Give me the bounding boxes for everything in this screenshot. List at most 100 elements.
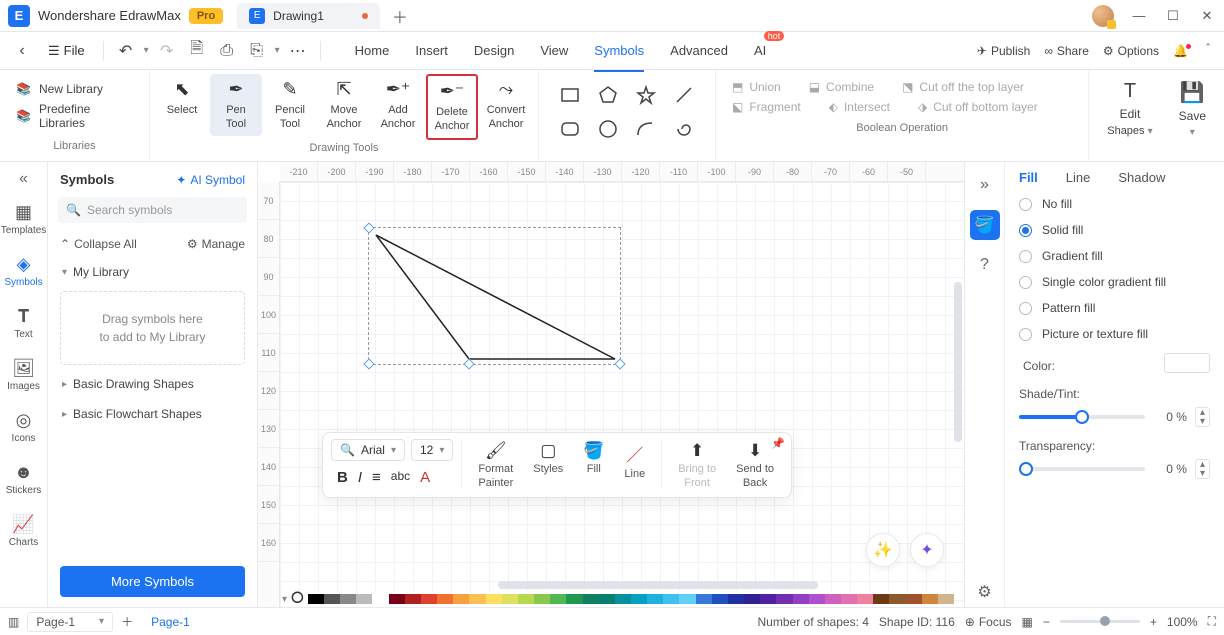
zoom-out-button[interactable]: − bbox=[1043, 615, 1050, 629]
opt-gradient[interactable]: Gradient fill bbox=[1015, 243, 1214, 269]
drop-zone[interactable]: Drag symbols here to add to My Library bbox=[60, 291, 245, 365]
bring-front-button[interactable]: ⬆Bring toFront bbox=[670, 439, 724, 491]
manage-button[interactable]: ⚙Manage bbox=[187, 237, 245, 251]
tab-design[interactable]: Design bbox=[474, 37, 514, 64]
tab-symbols[interactable]: Symbols bbox=[594, 37, 644, 64]
italic-button[interactable]: I bbox=[358, 469, 362, 486]
shape-line[interactable] bbox=[667, 80, 701, 110]
layout-toggle[interactable]: ▥ bbox=[8, 615, 19, 629]
tab-view[interactable]: View bbox=[540, 37, 568, 64]
pencil-tool[interactable]: ✎PencilTool bbox=[264, 74, 316, 136]
format-painter-button[interactable]: 🖌FormatPainter bbox=[470, 439, 521, 491]
font-color-button[interactable]: A bbox=[420, 469, 430, 486]
save-dropdown[interactable]: ▾ bbox=[1190, 127, 1195, 138]
rp-tab-shadow[interactable]: Shadow bbox=[1118, 170, 1165, 185]
settings-button[interactable]: ⚙ bbox=[970, 577, 1000, 607]
opt-nofill[interactable]: No fill bbox=[1015, 191, 1214, 217]
scrollbar-vertical[interactable] bbox=[954, 282, 962, 442]
canvas[interactable]: -210-200-190-180-170-160-150-140-130-120… bbox=[258, 162, 964, 607]
new-tab-button[interactable]: ＋ bbox=[392, 4, 408, 28]
fill-tab-icon[interactable]: 🪣 bbox=[970, 210, 1000, 240]
ai-magic-button[interactable]: ✦ bbox=[910, 533, 944, 567]
export-icon[interactable]: ⎘ bbox=[245, 42, 269, 60]
back-button[interactable]: ‹ bbox=[10, 42, 34, 60]
text-case-button[interactable]: abc bbox=[391, 469, 410, 486]
trans-stepper[interactable]: ▴▾ bbox=[1195, 459, 1210, 479]
rail-templates[interactable]: ▦Templates bbox=[0, 198, 47, 240]
selection-box[interactable] bbox=[368, 227, 621, 365]
tab-insert[interactable]: Insert bbox=[415, 37, 448, 64]
select-tool[interactable]: ⬉Select bbox=[156, 74, 208, 122]
shade-slider[interactable] bbox=[1019, 415, 1145, 419]
basic-flowchart-section[interactable]: ▸Basic Flowchart Shapes bbox=[48, 399, 257, 429]
undo-dropdown[interactable]: ▾ bbox=[144, 45, 149, 56]
predefine-libraries-button[interactable]: 📚Predefine Libraries bbox=[16, 102, 133, 130]
rail-text[interactable]: 𝐓Text bbox=[0, 302, 47, 344]
ai-symbol-button[interactable]: ✦AI Symbol bbox=[176, 173, 245, 187]
more-quickaccess[interactable]: ⋯ bbox=[286, 41, 310, 61]
rail-stickers[interactable]: ☻Stickers bbox=[0, 458, 47, 500]
align-button[interactable]: ≡ bbox=[372, 469, 381, 486]
rp-tab-fill[interactable]: Fill bbox=[1019, 170, 1038, 185]
cuttop-button[interactable]: ⬔Cut off the top layer bbox=[902, 80, 1024, 94]
size-select[interactable]: 12▾ bbox=[411, 439, 453, 461]
color-palette[interactable]: ▾ ⭘ bbox=[282, 591, 954, 607]
rail-icons[interactable]: ◎Icons bbox=[0, 406, 47, 448]
expand-rightpanel[interactable]: » bbox=[970, 170, 1000, 200]
convert-anchor-tool[interactable]: ⤳ConvertAnchor bbox=[480, 74, 532, 136]
union-button[interactable]: ⬒Union bbox=[732, 80, 781, 94]
delete-anchor-tool[interactable]: ✒⁻DeleteAnchor bbox=[426, 74, 478, 140]
pin-icon[interactable]: 📌 bbox=[771, 437, 785, 450]
ai-sparkle-button[interactable]: ✨ bbox=[866, 533, 900, 567]
dropper-icon[interactable]: ⭘ bbox=[291, 590, 304, 607]
tab-advanced[interactable]: Advanced bbox=[670, 37, 728, 64]
search-input[interactable]: 🔍 Search symbols bbox=[58, 197, 247, 223]
save-symbol-button[interactable]: Save bbox=[1179, 109, 1206, 123]
add-anchor-tool[interactable]: ✒⁺AddAnchor bbox=[372, 74, 424, 136]
help-button[interactable]: ? bbox=[970, 250, 1000, 280]
page-tab[interactable]: Page-1 bbox=[141, 615, 200, 629]
add-page-button[interactable]: ＋ bbox=[121, 613, 133, 630]
rail-symbols[interactable]: ◈Symbols bbox=[0, 250, 47, 292]
tab-ai[interactable]: AI hot bbox=[754, 37, 766, 64]
shape-rect[interactable] bbox=[553, 80, 587, 110]
close-button[interactable]: ✕ bbox=[1190, 0, 1224, 32]
edit-button[interactable]: Edit bbox=[1120, 107, 1141, 121]
page-dropdown[interactable]: Page-1▾ bbox=[27, 612, 113, 632]
trans-slider[interactable] bbox=[1019, 467, 1145, 471]
share-button[interactable]: ∞Share bbox=[1044, 44, 1089, 58]
redo-button[interactable]: ↷ bbox=[155, 41, 179, 61]
zoom-in-button[interactable]: + bbox=[1150, 615, 1157, 629]
opt-pattern[interactable]: Pattern fill bbox=[1015, 295, 1214, 321]
maximize-button[interactable]: ☐ bbox=[1156, 0, 1190, 32]
shade-stepper[interactable]: ▴▾ bbox=[1195, 407, 1210, 427]
fragment-button[interactable]: ⬕Fragment bbox=[732, 100, 801, 114]
pen-tool[interactable]: ✒PenTool bbox=[210, 74, 262, 136]
rail-images[interactable]: 🖼Images bbox=[0, 354, 47, 396]
opt-solidfill[interactable]: Solid fill bbox=[1015, 217, 1214, 243]
collapse-all-button[interactable]: ⌃Collapse All bbox=[60, 237, 137, 251]
undo-button[interactable]: ↶ bbox=[114, 41, 138, 61]
zoom-slider[interactable] bbox=[1060, 620, 1140, 623]
collapse-leftrail[interactable]: « bbox=[19, 170, 28, 188]
options-button[interactable]: ⚙Options bbox=[1103, 44, 1159, 58]
file-menu[interactable]: ☰ File bbox=[40, 39, 93, 63]
intersect-button[interactable]: ⬖Intersect bbox=[829, 100, 890, 114]
color-swatch[interactable] bbox=[1164, 353, 1210, 373]
publish-button[interactable]: ✈Publish bbox=[977, 44, 1030, 58]
styles-button[interactable]: ▢Styles bbox=[525, 439, 571, 477]
basic-drawing-section[interactable]: ▸Basic Drawing Shapes bbox=[48, 369, 257, 399]
shape-star[interactable] bbox=[629, 80, 663, 110]
font-select[interactable]: 🔍Arial▾ bbox=[331, 439, 405, 461]
shape-spiral[interactable] bbox=[667, 114, 701, 144]
move-anchor-tool[interactable]: ⇱MoveAnchor bbox=[318, 74, 370, 136]
save-icon[interactable]: 🗎 bbox=[185, 37, 209, 64]
bold-button[interactable]: B bbox=[337, 469, 348, 486]
export-dropdown[interactable]: ▾ bbox=[275, 45, 280, 56]
cutbottom-button[interactable]: ⬗Cut off bottom layer bbox=[918, 100, 1038, 114]
shape-pentagon[interactable] bbox=[591, 80, 625, 110]
focus-button[interactable]: ⊕Focus bbox=[965, 615, 1012, 629]
avatar[interactable] bbox=[1092, 5, 1114, 27]
more-symbols-button[interactable]: More Symbols bbox=[60, 566, 245, 597]
scrollbar-horizontal[interactable] bbox=[498, 581, 818, 589]
